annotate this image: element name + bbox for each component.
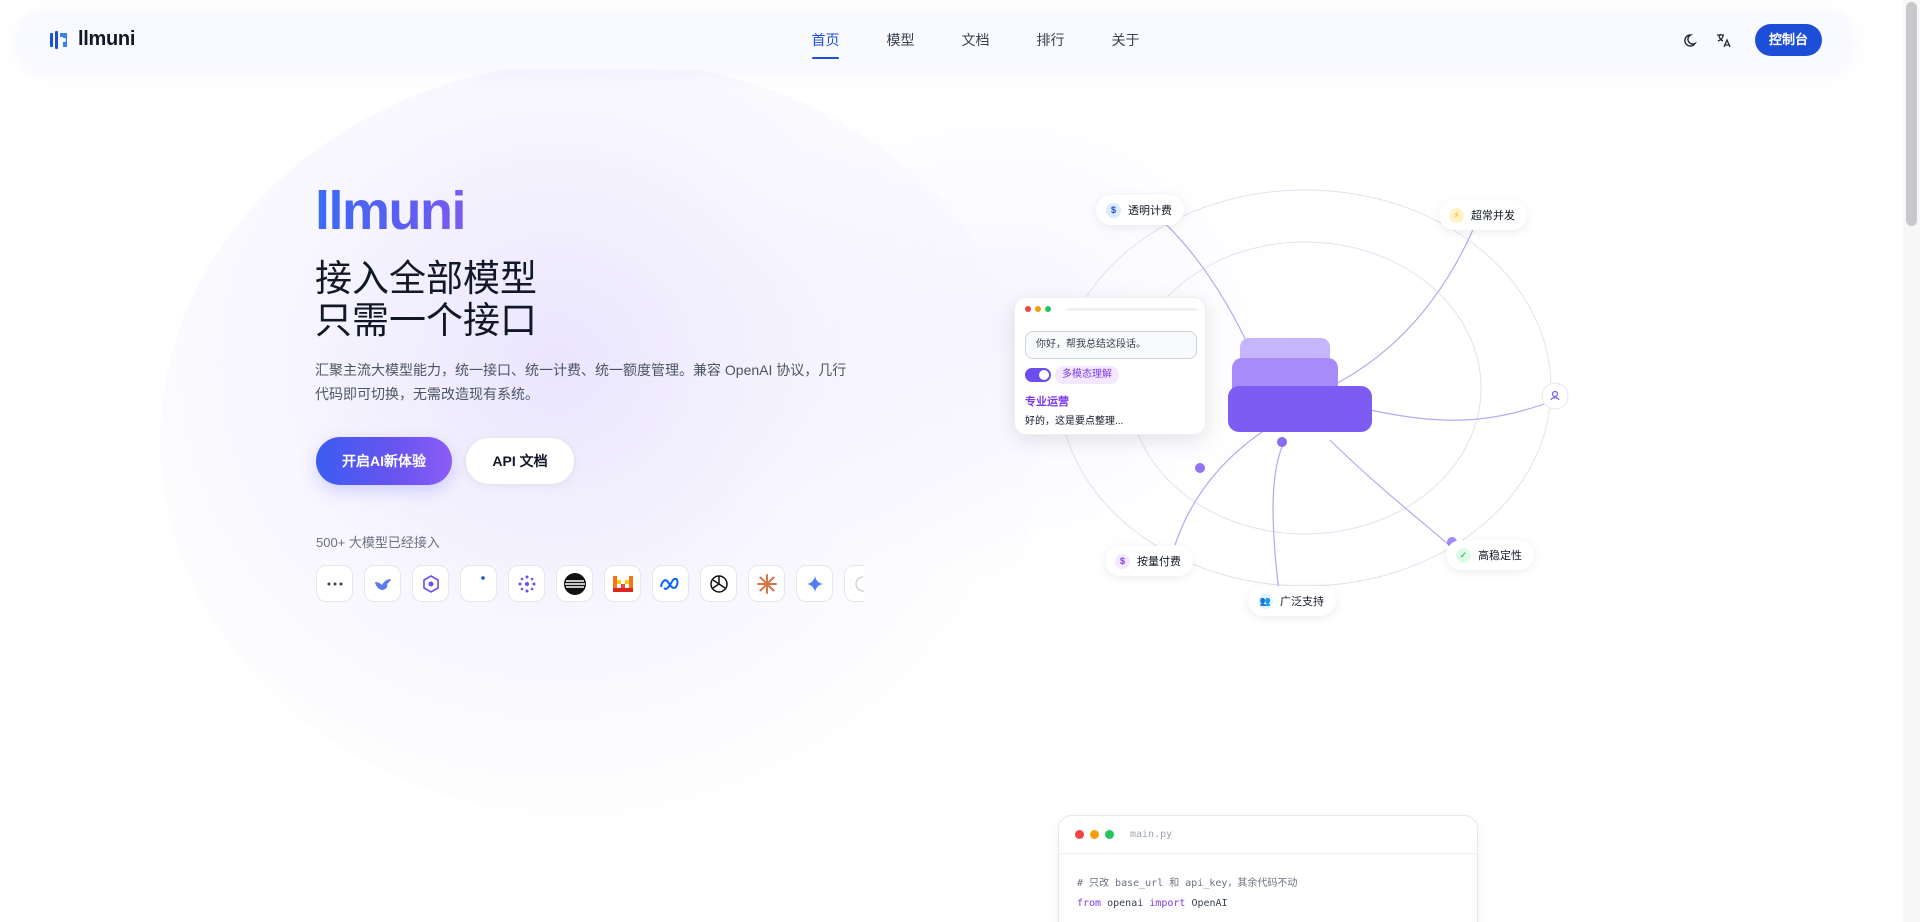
dollar-icon: $: [1106, 202, 1121, 218]
zhipu-icon[interactable]: [412, 565, 449, 602]
api-docs-button[interactable]: API 文档: [465, 437, 575, 485]
models-count-note: 500+ 大模型已经接入: [316, 535, 440, 550]
nav-link-home[interactable]: 首页: [788, 10, 863, 70]
code-filename: main.py: [1130, 829, 1173, 840]
scrollbar-thumb[interactable]: [1906, 2, 1917, 226]
chat-preview-card: 你好，帮我总结这段话。 多模态理解 专业运营 好的，这是要点整理...: [1014, 297, 1206, 435]
users-icon: 👥: [1258, 593, 1273, 609]
brand-name: llmuni: [78, 28, 136, 50]
pill-label: 广泛支持: [1280, 596, 1324, 608]
chat-input: 你好，帮我总结这段话。: [1025, 331, 1197, 359]
pill-pay-as-you-go: $ 按量付费: [1105, 546, 1193, 576]
nav-actions: 控制台: [1683, 24, 1822, 56]
nav-link-models[interactable]: 模型: [863, 10, 938, 70]
hero-subtitle-line2: 只需一个接口: [315, 300, 537, 341]
hero-subtitle-line1: 接入全部模型: [315, 258, 537, 299]
blank-icon[interactable]: [460, 565, 497, 602]
hero-description: 汇聚主流大模型能力，统一接口、统一计费、统一额度管理。兼容 OpenAI 协议，…: [315, 362, 847, 402]
shield-icon: ✓: [1456, 547, 1471, 563]
deepseek-icon[interactable]: [364, 565, 401, 602]
translate-icon[interactable]: [1715, 31, 1733, 49]
qwen-icon[interactable]: [508, 565, 545, 602]
chat-reply-text: 好的，这是要点整理...: [1025, 416, 1124, 427]
code-body: # 只改 base_url 和 api_key，其余代码不动 from open…: [1059, 854, 1477, 914]
nav-link-docs[interactable]: 文档: [938, 10, 1013, 70]
chat-reply-label: 专业运营: [1025, 396, 1069, 408]
pill-high-stability: ✓ 高稳定性: [1446, 540, 1534, 570]
layer-stack-icon: [1228, 338, 1372, 432]
window-dots: [1025, 306, 1051, 312]
more-icon[interactable]: [316, 565, 353, 602]
mistral-icon[interactable]: [604, 565, 641, 602]
pill-label: 高稳定性: [1478, 550, 1522, 562]
top-navbar: llmuni 首页 模型 文档 排行 关于 控制台: [18, 10, 1852, 70]
multimodal-tag: 多模态理解: [1055, 366, 1119, 384]
chat-title-bar: [1067, 308, 1197, 311]
nav-link-about[interactable]: 关于: [1088, 10, 1163, 70]
claude-icon[interactable]: [748, 565, 785, 602]
hero-title: llmuni: [315, 181, 467, 241]
moon-icon[interactable]: [1683, 31, 1701, 49]
meta-icon[interactable]: [652, 565, 689, 602]
code-comment: # 只改 base_url 和 api_key，其余代码不动: [1077, 878, 1298, 889]
gemini-icon[interactable]: [796, 565, 833, 602]
pill-high-concurrency: ⚡ 超常并发: [1439, 200, 1527, 230]
code-header: main.py: [1059, 816, 1477, 854]
nav-links: 首页 模型 文档 排行 关于: [788, 10, 1163, 70]
pill-label: 超常并发: [1471, 210, 1515, 222]
brand[interactable]: llmuni: [48, 28, 135, 51]
coin-icon: $: [1115, 553, 1130, 569]
stripes-icon[interactable]: [556, 565, 593, 602]
openai-icon[interactable]: [700, 565, 737, 602]
multimodal-toggle: [1025, 368, 1051, 382]
code-sample-card: main.py # 只改 base_url 和 api_key，其余代码不动 f…: [1058, 815, 1478, 922]
nav-link-ranking[interactable]: 排行: [1013, 10, 1088, 70]
spinner-icon[interactable]: [844, 565, 864, 602]
code-line-import: from openai import OpenAI: [1077, 898, 1228, 909]
brand-logo-icon: [50, 30, 67, 49]
bolt-icon: ⚡: [1449, 207, 1464, 223]
model-icon-row: [316, 565, 864, 602]
start-ai-button[interactable]: 开启AI新体验: [316, 437, 452, 485]
pill-label: 按量付费: [1137, 556, 1181, 568]
page-scrollbar[interactable]: [1903, 0, 1920, 922]
hero-subtitle: 接入全部模型 只需一个接口: [315, 258, 537, 342]
pill-transparent-billing: $ 透明计费: [1096, 195, 1184, 225]
console-button[interactable]: 控制台: [1754, 24, 1822, 56]
pill-label: 透明计费: [1128, 205, 1172, 217]
pill-wide-support: 👥 广泛支持: [1248, 586, 1336, 616]
